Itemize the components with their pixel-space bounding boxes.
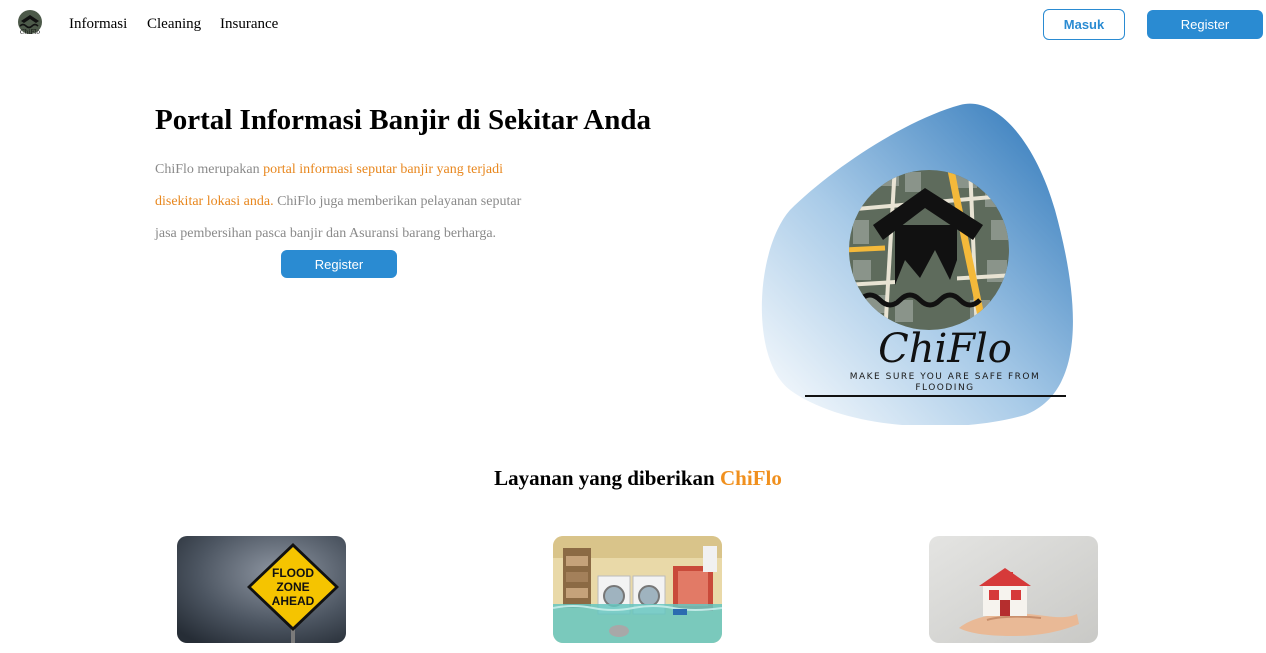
hero-desc-highlight-2: disekitar lokasi anda. [155, 194, 274, 209]
logo-wordmark: ChiFlo [878, 326, 1012, 372]
service-card-cleaning[interactable] [553, 536, 722, 643]
navbar: ChiFlo Informasi Cleaning Insurance Masu… [0, 0, 1266, 48]
register-button-hero[interactable]: Register [281, 250, 397, 278]
logo-tagline-line2: FLOODING [915, 383, 974, 393]
register-button-nav[interactable]: Register [1147, 10, 1263, 39]
hero-title: Portal Informasi Banjir di Sekitar Anda [155, 104, 652, 136]
sign-text-flood: FLOOD [272, 566, 314, 580]
flooded-laundry-room-image [553, 536, 722, 643]
hero-description: ChiFlo merupakan portal informasi seputa… [155, 154, 545, 250]
sign-text-ahead: AHEAD [272, 594, 315, 608]
services-title-brand: ChiFlo [719, 466, 782, 490]
chiflo-logo-icon[interactable]: ChiFlo [14, 9, 46, 36]
services-title-text: Layanan yang diberikan [494, 466, 720, 490]
hero-desc-highlight-1: portal informasi seputar banjir yang ter… [263, 162, 503, 177]
svg-text:ChiFlo: ChiFlo [20, 29, 40, 36]
service-card-insurance[interactable] [929, 536, 1098, 643]
logo-tagline-line1: MAKE SURE YOU ARE SAFE FROM [850, 372, 1041, 382]
house-in-hand-image [929, 536, 1098, 643]
nav-link-informasi[interactable]: Informasi [69, 16, 127, 33]
service-card-information[interactable]: FLOOD ZONE AHEAD [177, 536, 346, 643]
sign-text-zone: ZONE [276, 580, 309, 594]
login-button[interactable]: Masuk [1043, 9, 1125, 40]
chiflo-hero-logo: ChiFlo MAKE SURE YOU ARE SAFE FROM FLOOD… [761, 103, 1073, 425]
hero-desc-text: ChiFlo merupakan [155, 162, 264, 177]
nav-link-cleaning[interactable]: Cleaning [147, 16, 201, 33]
nav-link-insurance[interactable]: Insurance [220, 16, 278, 33]
services-title: Layanan yang diberikan ChiFlo [0, 466, 1266, 491]
flood-warning-sign-image: FLOOD ZONE AHEAD [177, 536, 346, 643]
